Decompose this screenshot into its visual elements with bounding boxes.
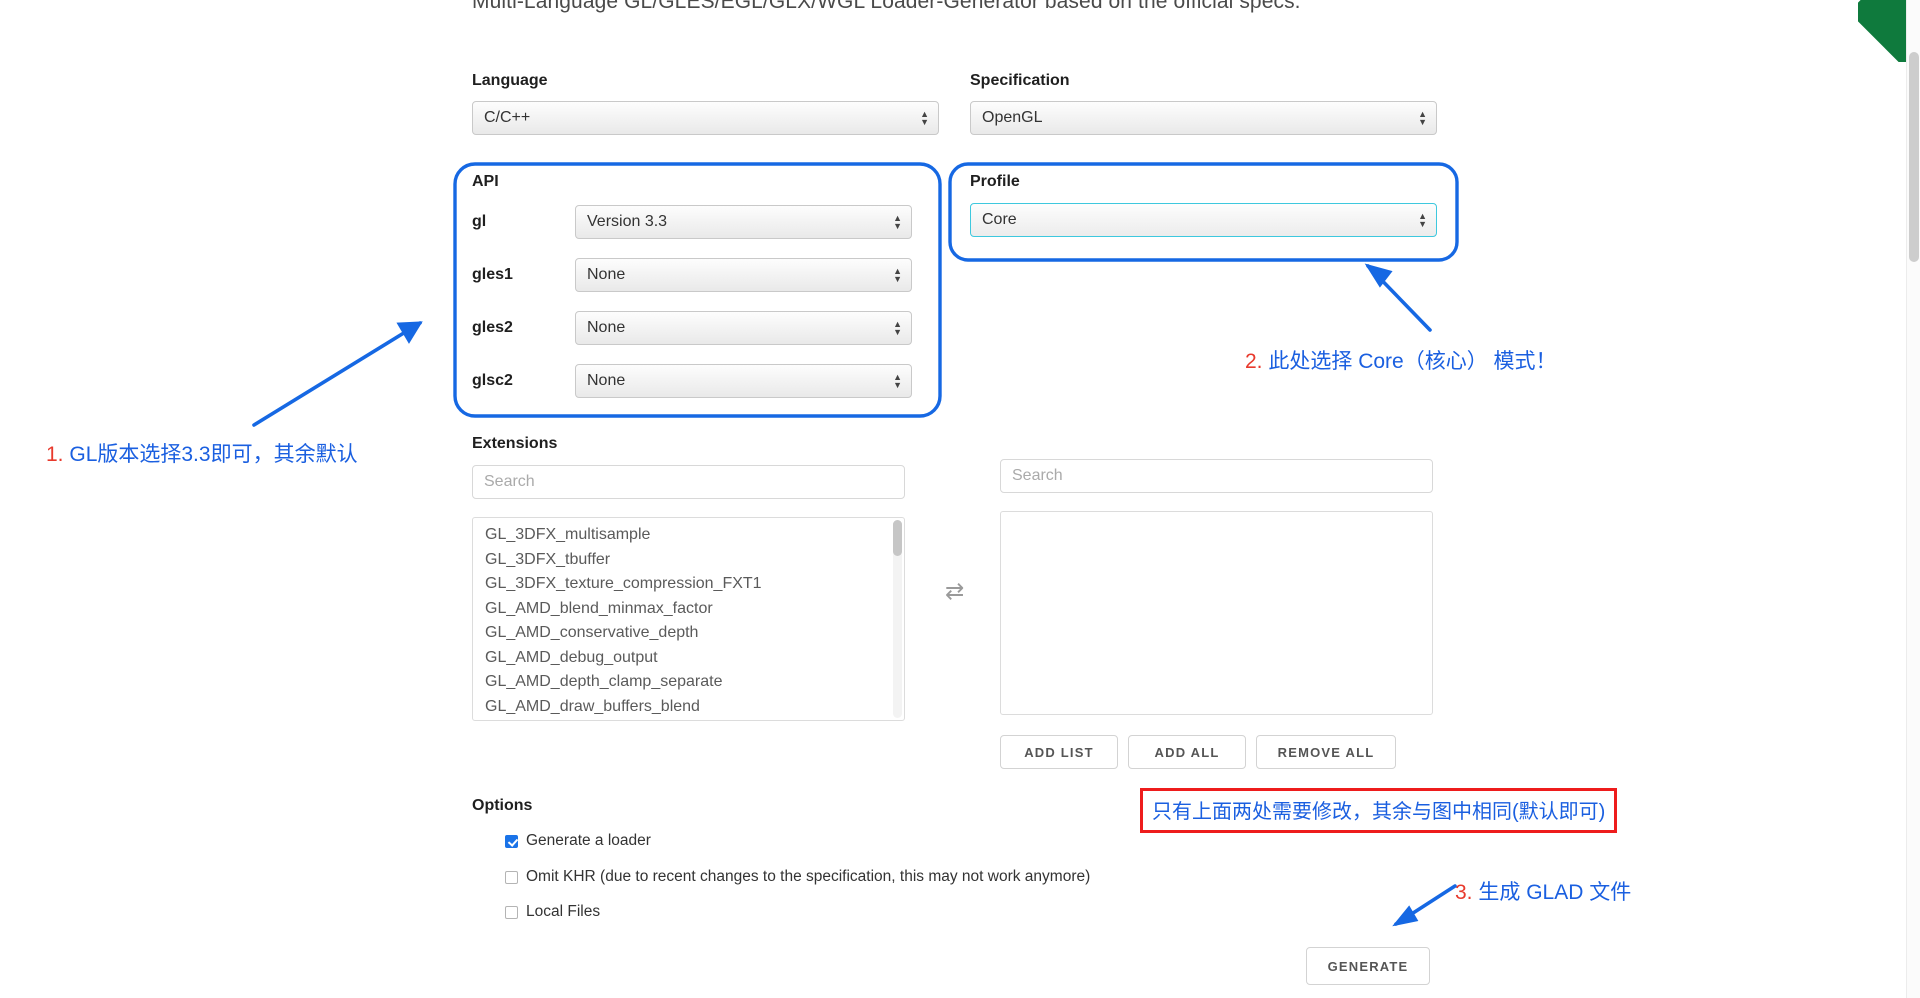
api-row-label: gles1 <box>472 266 513 283</box>
annotation-3-arrow <box>1392 884 1457 927</box>
api-gles1-value: None <box>587 266 626 283</box>
option-generate-loader[interactable]: Generate a loader <box>505 832 1090 850</box>
checkbox-checked-icon[interactable] <box>505 834 518 848</box>
language-select[interactable]: C/C++ ▲ ▼ <box>472 101 939 135</box>
profile-label: Profile <box>970 173 1020 190</box>
list-item[interactable]: GL_3DFX_tbuffer <box>473 548 904 573</box>
api-gles1-select[interactable]: None ▲ ▼ <box>575 258 912 292</box>
checkbox-icon[interactable] <box>505 905 518 919</box>
generate-button[interactable]: GENERATE <box>1306 947 1430 985</box>
list-item[interactable]: GL_3DFX_multisample <box>473 523 904 548</box>
language-select-value: C/C++ <box>484 109 531 126</box>
profile-select-value: Core <box>982 211 1017 228</box>
option-label: Omit KHR (due to recent changes to the s… <box>526 868 1091 885</box>
specification-field: Specification OpenGL ▲ ▼ <box>970 72 1437 135</box>
annotation-1-text: GL版本选择3.3即可，其余默认 <box>69 443 358 466</box>
page-scrollbar[interactable] <box>1906 0 1920 998</box>
list-item[interactable]: GL_AMD_framebuffer_multisample_advanced <box>473 719 904 720</box>
list-item[interactable]: GL_3DFX_texture_compression_FXT1 <box>473 572 904 597</box>
extensions-selected-section: Search ADD LIST ADD ALL REMOVE ALL <box>1000 459 1433 769</box>
list-scrollbar-thumb[interactable] <box>893 520 902 556</box>
api-row-label: glsc2 <box>472 372 513 389</box>
chevron-updown-icon: ▲ ▼ <box>893 372 902 390</box>
language-field: Language C/C++ ▲ ▼ <box>472 72 939 135</box>
extensions-label: Extensions <box>472 435 558 452</box>
list-item[interactable]: GL_AMD_draw_buffers_blend <box>473 695 904 720</box>
add-all-button[interactable]: ADD ALL <box>1128 735 1246 769</box>
annotation-3: 3. 生成 GLAD 文件 <box>1455 876 1631 906</box>
option-label: Local Files <box>526 903 601 920</box>
selected-search-input[interactable]: Search <box>1000 459 1433 493</box>
specification-select[interactable]: OpenGL ▲ ▼ <box>970 101 1437 135</box>
annotation-2-arrow <box>1364 263 1432 332</box>
options-label: Options <box>472 797 533 814</box>
api-gles2-select[interactable]: None ▲ ▼ <box>575 311 912 345</box>
list-item[interactable]: GL_AMD_conservative_depth <box>473 621 904 646</box>
add-list-button[interactable]: ADD LIST <box>1000 735 1118 769</box>
specification-label: Specification <box>970 72 1070 89</box>
api-glsc2-select[interactable]: None ▲ ▼ <box>575 364 912 398</box>
page-subtitle: Multi-Language GL/GLES/EGL/GLX/WGL Loade… <box>472 0 1301 13</box>
api-label: API <box>472 173 499 190</box>
options-section: Options Generate a loader Omit KHR (due … <box>472 797 1090 921</box>
annotation-2: 2. 此处选择 Core（核心） 模式！ <box>1245 345 1557 375</box>
annotation-note-box: 只有上面两处需要修改，其余与图中相同(默认即可) <box>1140 788 1618 833</box>
chevron-updown-icon: ▲ ▼ <box>893 266 902 284</box>
api-row-label: gles2 <box>472 319 513 336</box>
chevron-updown-icon: ▲ ▼ <box>1418 211 1427 229</box>
api-gl-select[interactable]: Version 3.3 ▲ ▼ <box>575 205 912 239</box>
selected-search-placeholder: Search <box>1012 467 1063 484</box>
chevron-updown-icon: ▲ ▼ <box>1418 109 1427 127</box>
extensions-section: Extensions Search GL_3DFX_multisample GL… <box>472 435 905 721</box>
language-label: Language <box>472 72 548 89</box>
api-row-gl: gl Version 3.3 ▲ ▼ <box>472 203 912 241</box>
api-row-gles1: gles1 None ▲ ▼ <box>472 256 912 294</box>
extensions-action-buttons: ADD LIST ADD ALL REMOVE ALL <box>1000 735 1433 769</box>
chevron-updown-icon: ▲ ▼ <box>893 213 902 231</box>
profile-select[interactable]: Core ▲ ▼ <box>970 203 1437 237</box>
options-list: Generate a loader Omit KHR (due to recen… <box>472 832 1090 921</box>
list-item[interactable]: GL_AMD_blend_minmax_factor <box>473 597 904 622</box>
annotation-3-text: 生成 GLAD 文件 <box>1478 881 1632 904</box>
option-omit-khr[interactable]: Omit KHR (due to recent changes to the s… <box>505 868 1090 886</box>
profile-field: Profile Core ▲ ▼ <box>970 173 1437 237</box>
annotation-2-text: 此处选择 Core（核心） 模式！ <box>1268 350 1557 373</box>
api-row-label: gl <box>472 213 487 230</box>
annotation-1-arrow <box>252 321 423 427</box>
api-gles2-value: None <box>587 319 626 336</box>
extensions-search-placeholder: Search <box>484 473 535 490</box>
api-row-glsc2: glsc2 None ▲ ▼ <box>472 362 912 400</box>
list-item[interactable]: GL_AMD_debug_output <box>473 646 904 671</box>
remove-all-button[interactable]: REMOVE ALL <box>1256 735 1396 769</box>
chevron-updown-icon: ▲ ▼ <box>893 319 902 337</box>
annotation-3-number: 3. <box>1455 881 1473 904</box>
api-row-gles2: gles2 None ▲ ▼ <box>472 309 912 347</box>
extensions-search-input[interactable]: Search <box>472 465 905 499</box>
api-glsc2-value: None <box>587 372 626 389</box>
annotation-2-number: 2. <box>1245 350 1263 373</box>
swap-arrows-icon[interactable]: ⇄ <box>945 578 964 605</box>
checkbox-icon[interactable] <box>505 870 518 884</box>
extensions-selected-list[interactable] <box>1000 511 1433 715</box>
chevron-updown-icon: ▲ ▼ <box>920 109 929 127</box>
page-root: Multi-Language GL/GLES/EGL/GLX/WGL Loade… <box>0 0 1920 998</box>
annotation-1-number: 1. <box>46 443 64 466</box>
list-item[interactable]: GL_AMD_depth_clamp_separate <box>473 670 904 695</box>
option-label: Generate a loader <box>526 832 651 849</box>
api-group: API gl Version 3.3 ▲ ▼ gles1 None ▲ ▼ gles… <box>472 173 912 400</box>
option-local-files[interactable]: Local Files <box>505 903 1090 921</box>
annotation-1: 1. GL版本选择3.3即可，其余默认 <box>46 438 358 468</box>
extensions-available-items: GL_3DFX_multisample GL_3DFX_tbuffer GL_3… <box>473 518 904 720</box>
page-scrollbar-thumb[interactable] <box>1909 52 1919 262</box>
api-gl-value: Version 3.3 <box>587 213 668 230</box>
specification-select-value: OpenGL <box>982 109 1043 126</box>
extensions-available-list[interactable]: GL_3DFX_multisample GL_3DFX_tbuffer GL_3… <box>472 517 905 721</box>
